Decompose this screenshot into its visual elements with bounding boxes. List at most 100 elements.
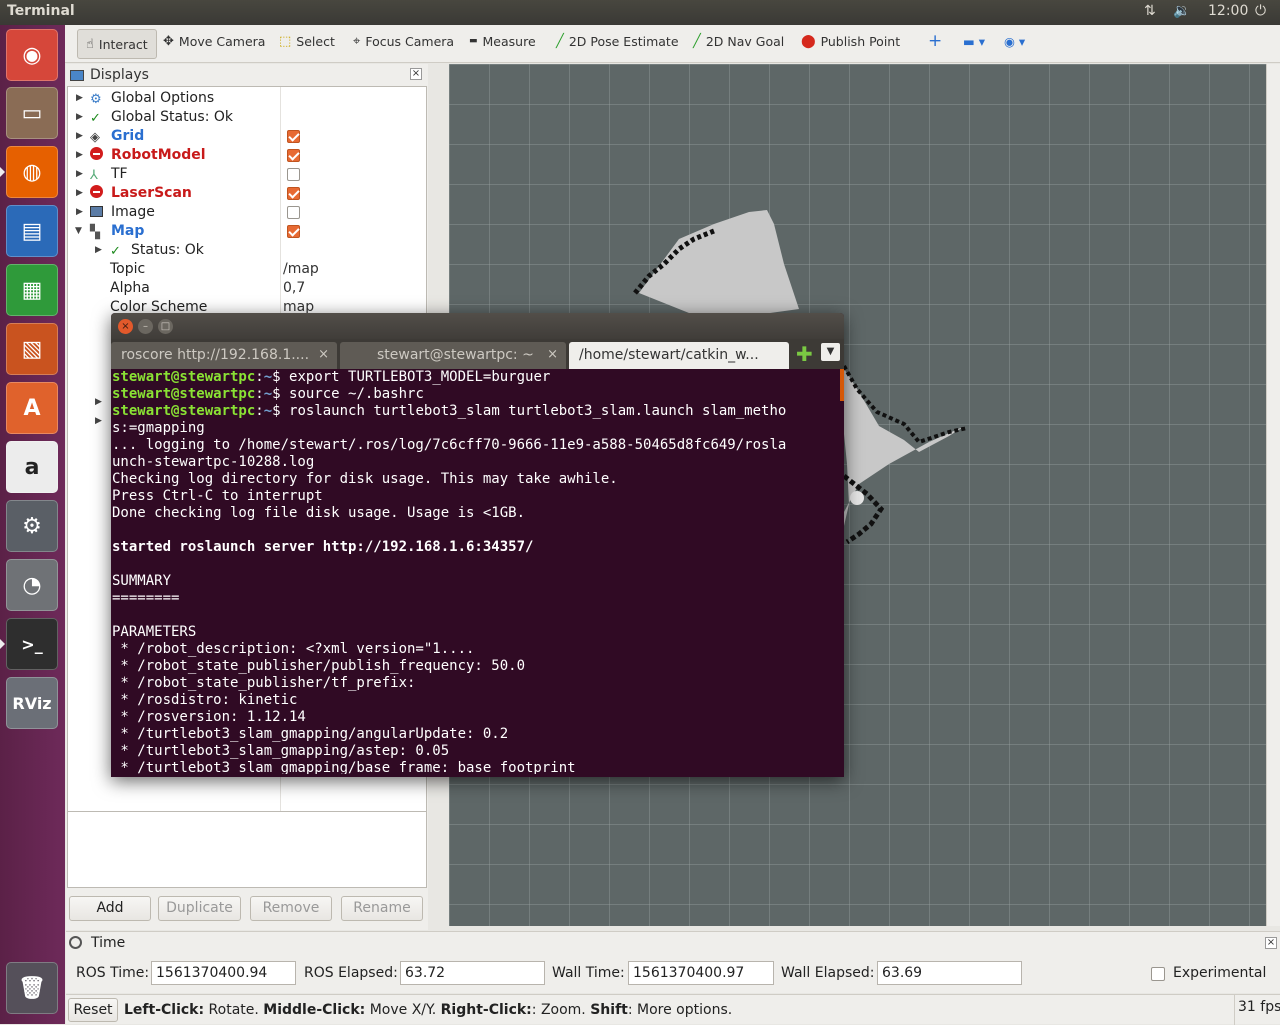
publish-point-tool-button[interactable]: ⬤ Publish Point <box>801 34 900 49</box>
display-robotmodel[interactable]: ▶ RobotModel <box>68 146 426 165</box>
terminal-icon[interactable]: >_ <box>6 618 58 670</box>
laserscan-enabled-checkbox[interactable] <box>287 187 300 200</box>
move-camera-tool-button[interactable]: ✥ Move Camera <box>163 34 265 49</box>
close-icon[interactable]: × <box>410 68 422 80</box>
displays-title-bar: Displays × <box>66 64 428 86</box>
select-tool-button[interactable]: ⬚ Select <box>279 34 335 49</box>
remove-tool-menu[interactable]: ▬ ▾ <box>963 34 985 49</box>
add-display-button[interactable]: Add <box>69 896 151 921</box>
display-grid[interactable]: ▶ ◈ Grid <box>68 127 426 146</box>
disk-usage-icon[interactable]: ◔ <box>6 559 58 611</box>
terminal-line: * /robot_description: <?xml version="1..… <box>112 641 475 657</box>
remove-display-button[interactable]: Remove <box>250 896 332 921</box>
terminal-title-bar[interactable]: × – □ <box>111 313 844 339</box>
amazon-icon[interactable]: a <box>6 441 58 493</box>
display-laserscan[interactable]: ▶ LaserScan <box>68 184 426 203</box>
trash-icon[interactable]: 🗑 <box>6 962 58 1014</box>
tf-axes-icon: ⅄ <box>90 168 98 183</box>
display-tf[interactable]: ▶ ⅄ TF <box>68 165 426 184</box>
robotmodel-enabled-checkbox[interactable] <box>287 149 300 162</box>
green-arrow-icon: ╱ <box>693 34 701 49</box>
experimental-checkbox[interactable] <box>1151 967 1165 981</box>
rviz-icon[interactable]: RViz <box>6 677 58 729</box>
rename-display-button[interactable]: Rename <box>341 896 423 921</box>
close-icon[interactable]: × <box>118 319 133 334</box>
software-center-icon[interactable]: A <box>6 382 58 434</box>
impress-icon[interactable]: ▧ <box>6 323 58 375</box>
terminal-line: * /turtlebot3_slam_gmapping/astep: 0.05 <box>112 743 450 759</box>
grid-icon: ◈ <box>90 130 100 145</box>
tab-catkin-workspace[interactable]: /home/stewart/catkin_w... <box>569 342 789 369</box>
viewport-side-handle[interactable] <box>1266 64 1280 926</box>
expand-arrow-icon[interactable]: ▶ <box>76 203 83 222</box>
volume-icon[interactable]: 🔉 <box>1173 3 1190 19</box>
ros-time-field[interactable]: 1561370400.94 <box>151 961 296 985</box>
expand-arrow-icon[interactable]: ▶ <box>76 108 83 127</box>
property-description-area <box>67 811 427 888</box>
measure-tool-button[interactable]: ▬ Measure <box>469 34 536 49</box>
close-tab-icon[interactable]: × <box>318 342 329 368</box>
display-global-options[interactable]: ▶ ⚙ Global Options <box>68 89 426 108</box>
tab-roscore[interactable]: roscore http://192.168.1.... × <box>111 342 337 369</box>
view-menu[interactable]: ◉ ▾ <box>1004 34 1025 49</box>
terminal-window: × – □ roscore http://192.168.1.... × stew… <box>111 313 844 777</box>
writer-icon[interactable]: ▤ <box>6 205 58 257</box>
monitor-icon <box>70 69 84 81</box>
expand-arrow-icon[interactable]: ▶ <box>95 412 102 431</box>
focus-camera-tool-button[interactable]: ⌖ Focus Camera <box>353 34 454 49</box>
grid-enabled-checkbox[interactable] <box>287 130 300 143</box>
duplicate-display-button[interactable]: Duplicate <box>158 896 241 921</box>
terminal-output[interactable]: stewart@stewartpc:~$ export TURTLEBOT3_M… <box>112 369 840 774</box>
display-image[interactable]: ▶ Image <box>68 203 426 222</box>
maximize-icon[interactable]: □ <box>158 319 173 334</box>
terminal-line: * /robot_state_publisher/publish_frequen… <box>112 658 526 674</box>
map-enabled-checkbox[interactable] <box>287 225 300 238</box>
firefox-icon[interactable]: ◍ <box>6 146 58 198</box>
expand-arrow-icon[interactable]: ▶ <box>76 165 83 184</box>
tf-enabled-checkbox[interactable] <box>287 168 300 181</box>
map-prop-topic[interactable]: Topic /map <box>68 260 426 279</box>
collapse-arrow-icon[interactable]: ▼ <box>75 222 82 241</box>
expand-arrow-icon[interactable]: ▶ <box>76 184 83 203</box>
ubuntu-dash-icon[interactable]: ◉ <box>6 29 58 81</box>
reset-button[interactable]: Reset <box>68 998 118 1022</box>
ros-elapsed-field[interactable]: 63.72 <box>400 961 545 985</box>
nav-goal-tool-button[interactable]: ╱ 2D Nav Goal <box>693 34 784 49</box>
pose-estimate-tool-button[interactable]: ╱ 2D Pose Estimate <box>556 34 679 49</box>
new-tab-icon[interactable]: ✚ <box>796 342 813 366</box>
terminal-scrollbar[interactable] <box>840 369 844 401</box>
map-prop-alpha[interactable]: Alpha 0,7 <box>68 279 426 298</box>
running-indicator <box>0 167 5 177</box>
files-icon[interactable]: ▭ <box>6 87 58 139</box>
crosshair-icon: ⌖ <box>353 34 361 49</box>
clock[interactable]: 12:00 <box>1208 3 1248 19</box>
terminal-tab-bar: roscore http://192.168.1.... × stewart@st… <box>111 339 844 369</box>
power-icon[interactable]: ⏻ <box>1255 3 1266 19</box>
wall-elapsed-field[interactable]: 63.69 <box>877 961 1022 985</box>
tab-stewart-home[interactable]: stewart@stewartpc: ~ × <box>340 342 566 369</box>
network-icon[interactable]: ⇅ <box>1144 3 1156 19</box>
expand-arrow-icon[interactable]: ▶ <box>95 241 102 260</box>
close-tab-icon[interactable]: × <box>547 342 558 368</box>
display-global-status[interactable]: ▶ ✓ Global Status: Ok <box>68 108 426 127</box>
image-enabled-checkbox[interactable] <box>287 206 300 219</box>
display-map[interactable]: ▼ ▚ Map <box>68 222 426 241</box>
interact-tool-button[interactable]: ☝ Interact <box>77 29 157 59</box>
close-icon[interactable]: × <box>1265 937 1277 949</box>
terminal-line: stewart@stewartpc:~$ roslaunch turtlebot… <box>112 403 787 419</box>
expand-arrow-icon[interactable]: ▶ <box>76 127 83 146</box>
minimize-icon[interactable]: – <box>138 319 153 334</box>
map-pin-icon: ⬤ <box>801 34 816 49</box>
terminal-line: stewart@stewartpc:~$ source ~/.bashrc <box>112 386 424 402</box>
add-tool-button[interactable]: + <box>928 31 942 51</box>
expand-arrow-icon[interactable]: ▶ <box>76 146 83 165</box>
terminal-line: stewart@stewartpc:~$ export TURTLEBOT3_M… <box>112 369 551 385</box>
expand-arrow-icon[interactable]: ▶ <box>95 393 102 412</box>
calc-icon[interactable]: ▦ <box>6 264 58 316</box>
settings-icon[interactable]: ⚙ <box>6 500 58 552</box>
terminal-line: PARAMETERS <box>112 624 197 640</box>
tabs-menu-button[interactable]: ▼ <box>821 343 840 361</box>
map-status-ok[interactable]: ▶ ✓ Status: Ok <box>68 241 426 260</box>
wall-time-field[interactable]: 1561370400.97 <box>628 961 774 985</box>
expand-arrow-icon[interactable]: ▶ <box>76 89 83 108</box>
